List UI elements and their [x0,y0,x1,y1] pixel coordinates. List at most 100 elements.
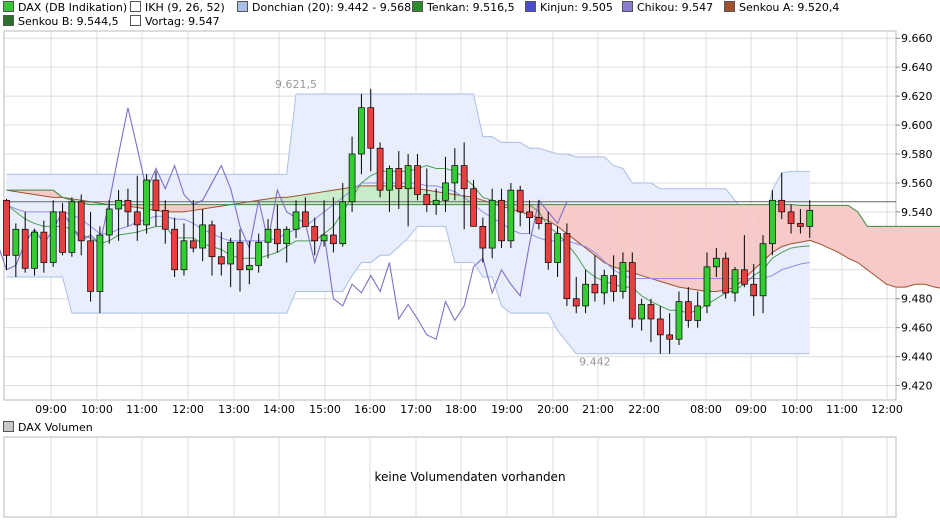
cloud-segment [314,191,325,205]
y-tick-label: 9.460 [901,322,933,335]
candle-body [152,179,160,211]
candle-body [470,188,477,227]
volume-empty-message: keine Volumendaten vorhanden [374,470,566,484]
x-tick-label: 16:00 [354,403,386,416]
candle-body [619,262,627,292]
cloud-segment [660,204,670,285]
x-tick-label: 09:00 [735,403,767,416]
candle-body [395,168,403,190]
candle-body [666,334,673,340]
y-tick-label: 9.620 [901,90,933,103]
candle-body [21,228,29,269]
candle-body [59,211,66,253]
cloud-segment [669,204,679,288]
candle-body [143,179,150,226]
candle-body [628,262,636,320]
candle-body [386,168,393,191]
y-tick-label: 9.420 [901,380,933,393]
y-tick-label: 9.440 [901,351,933,364]
candle-body [96,234,104,292]
candle-body [712,257,720,268]
x-tick-label: 12:00 [871,403,903,416]
x-tick-label: 14:00 [263,403,295,416]
x-tick-label: 10:00 [781,403,813,416]
candle-body [133,211,141,226]
candle-body [3,199,10,256]
candle-body [274,228,281,245]
candle-body [554,233,561,263]
y-tick-label: 9.540 [901,206,933,219]
x-tick-label: 12:00 [172,403,204,416]
candle-body [171,228,178,271]
cloud-segment [613,204,623,270]
y-tick-label: 9.580 [901,148,933,161]
candle-body [376,147,384,191]
x-tick-label: 22:00 [628,403,660,416]
candle-body [87,240,94,292]
candle-body [741,269,748,285]
candle-body [367,107,375,149]
candle-body [115,199,122,210]
candle-body [797,223,804,227]
cloud-segment [688,204,698,291]
candle-body [750,283,758,297]
y-tick-label: 9.660 [901,32,933,45]
cloud-segment [641,204,651,279]
cloud-segment [678,204,689,289]
candle-body [105,208,113,236]
candle-body [572,298,580,307]
cloud-segment [174,204,184,212]
candle-body [124,199,132,213]
candle-body [423,194,431,205]
candle-body [255,241,263,266]
cloud-segment [650,204,661,282]
candle-body [451,165,459,184]
candle-body [703,266,711,307]
volume-swatch-icon [3,421,14,432]
candle-body [217,256,225,265]
candle-body [404,165,412,190]
x-tick-label: 13:00 [218,403,250,416]
candle-body [49,211,57,263]
candle-body [787,211,795,224]
candle-body [479,226,487,249]
volume-panel-title: DAX Volumen [3,421,93,434]
extreme-label: 9.621,5 [275,78,317,91]
candle-body [731,269,739,294]
x-tick-label: 09:00 [35,403,67,416]
candle-body [516,189,524,213]
candle-body [526,211,533,219]
candle-body [414,165,421,195]
candle-body [330,234,337,245]
y-tick-label: 9.640 [901,61,933,74]
candle-body [283,228,291,245]
candle-body [12,228,20,256]
x-tick-label: 19:00 [491,403,523,416]
candle-body [180,240,188,271]
candle-body [694,305,702,321]
candle-body [656,318,664,336]
candle-body [684,301,692,321]
candle-body [759,243,767,297]
candle-body [647,304,655,320]
candle-body [675,301,683,340]
candle-body [563,233,571,300]
candle-body [292,211,300,230]
x-tick-label: 17:00 [400,403,432,416]
candle-body [227,241,235,265]
candle-body [320,234,328,242]
volume-title-text: DAX Volumen [18,421,93,434]
candle-body [311,226,319,242]
price-chart: 9.6609.6409.6209.6009.5809.5609.5409.520… [0,30,940,518]
candle-body [432,199,440,205]
candle-body [208,224,216,258]
x-tick-label: 21:00 [582,403,614,416]
candle-body [358,107,365,155]
cloud-segment [305,193,315,205]
candle-body [189,240,197,249]
candle-body [600,275,608,294]
candle-body [77,201,85,242]
extreme-label: 9.442 [579,356,611,369]
candle-body [582,283,589,307]
candle-body [302,211,309,227]
